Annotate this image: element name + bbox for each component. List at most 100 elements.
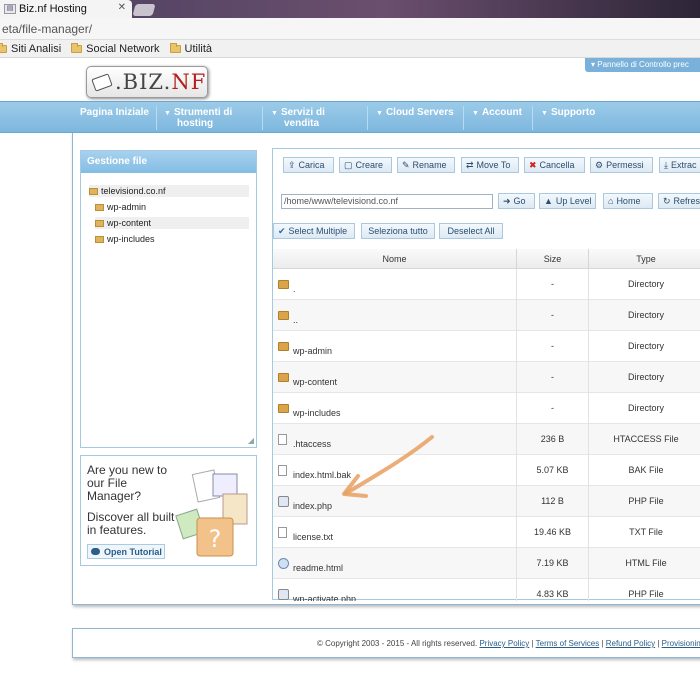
tree-item-wp-includes[interactable]: wp-includes (95, 233, 255, 245)
file-manager-illustration-icon: ? (175, 469, 248, 557)
file-name[interactable]: wp-includes (293, 408, 341, 418)
bookmark-social-network[interactable]: Social Network (71, 42, 160, 55)
size-cell: 4.83 KB (517, 579, 589, 601)
tree-item-wp-content[interactable]: wp-content (95, 217, 249, 229)
nav-servizi-vendita[interactable]: ▼ Servizi di vendita (271, 108, 325, 129)
home-label: Home (616, 196, 641, 206)
deselect-all-button[interactable]: Deselect All (439, 223, 503, 239)
nav-cloud-servers[interactable]: ▼ Cloud Servers (376, 108, 454, 119)
bookmark-label: Social Network (86, 42, 160, 55)
file-name[interactable]: index.php (293, 501, 332, 511)
path-input[interactable]: /home/www/televisiond.co.nf (281, 194, 493, 209)
open-tutorial-button[interactable]: Open Tutorial (87, 544, 165, 559)
up-level-button[interactable]: ▲ Up Level (539, 193, 596, 209)
table-row[interactable]: license.txt 19.46 KB TXT File (273, 517, 700, 548)
browser-tab[interactable]: ▤ Biz.nf Hosting ✕ (0, 0, 132, 18)
provisioning-link[interactable]: Provisioning & Inv (662, 639, 700, 648)
table-row[interactable]: wp-includes - Directory (273, 393, 700, 424)
nav-label: Account (481, 107, 522, 118)
create-button[interactable]: ▢ Creare (339, 157, 392, 173)
nav-strumenti-hosting[interactable]: ▼ Strumenti di hosting (164, 108, 232, 129)
column-header-size[interactable]: Size (517, 249, 589, 269)
upload-label: Carica (298, 160, 325, 170)
tree-item-root[interactable]: televisiond.co.nf (89, 185, 249, 197)
nav-pagina-iniziale[interactable]: Pagina Iniziale (80, 108, 149, 118)
close-tab-icon[interactable]: ✕ (118, 2, 126, 13)
size-cell: 7.19 KB (517, 548, 589, 579)
move-to-label: Move To (476, 160, 511, 170)
file-name[interactable]: license.txt (293, 532, 333, 542)
folder-icon (278, 342, 289, 351)
file-name[interactable]: readme.html (293, 563, 343, 573)
privacy-policy-link[interactable]: Privacy Policy (479, 639, 529, 648)
file-name[interactable]: .. (293, 315, 298, 325)
file-icon (278, 434, 287, 445)
html-icon (278, 558, 289, 569)
table-row[interactable]: .. - Directory (273, 300, 700, 331)
page-footer: © Copyright 2003 - 2015 - All rights res… (72, 628, 700, 658)
table-row[interactable]: index.php 112 B PHP File (273, 486, 700, 517)
arrow-up-icon: ▲ (544, 196, 553, 206)
size-cell: 112 B (517, 486, 589, 517)
column-header-type[interactable]: Type (589, 249, 700, 269)
file-name[interactable]: index.html.bak (293, 470, 351, 480)
file-tree-title: Gestione file (81, 151, 256, 173)
address-bar[interactable]: eta/file-manager/ (0, 18, 700, 40)
table-row[interactable]: readme.html 7.19 KB HTML File (273, 548, 700, 579)
copyright-text: © Copyright 2003 - 2015 - All rights res… (317, 639, 478, 648)
extract-label: Extrac (670, 160, 697, 170)
table-row[interactable]: wp-admin - Directory (273, 331, 700, 362)
site-logo[interactable]: .BIZ. NF (86, 66, 208, 98)
control-panel-link[interactable]: ▾ Pannello di Controllo prec (585, 58, 700, 72)
bookmark-siti-analisi[interactable]: Siti Analisi (0, 42, 61, 55)
main-nav: Pagina Iniziale ▼ Strumenti di hosting ▼ Se… (0, 101, 700, 133)
select-all-button[interactable]: Seleziona tutto (361, 223, 435, 239)
column-header-name[interactable]: Nome (273, 249, 517, 269)
file-name[interactable]: .htaccess (293, 439, 331, 449)
file-name[interactable]: wp-activate.php (293, 594, 356, 601)
name-cell: wp-includes (273, 393, 517, 424)
nav-label: Strumenti di (173, 107, 233, 118)
help-discover-text: Discover all built in features. (87, 510, 175, 537)
refresh-icon: ↻ (663, 195, 671, 206)
bookmarks-bar: Siti Analisi Social Network Utilità (0, 40, 700, 58)
file-name[interactable]: wp-content (293, 377, 337, 387)
logo-accent-text: NF (171, 70, 207, 94)
file-table: Nome Size Type . - Directory.. - Directory wp… (273, 249, 700, 601)
resize-handle-icon[interactable]: ◢ (248, 436, 254, 445)
rename-button[interactable]: ✎ Rename (397, 157, 455, 173)
go-button[interactable]: ➜ Go (498, 193, 535, 209)
table-row[interactable]: . - Directory (273, 269, 700, 300)
permissions-button[interactable]: ⚙ Permessi (590, 157, 653, 173)
file-name[interactable]: . (293, 284, 296, 294)
move-to-button[interactable]: ⇄ Move To (461, 157, 519, 173)
terms-link[interactable]: Terms of Services (536, 639, 600, 648)
refund-policy-link[interactable]: Refund Policy (606, 639, 655, 648)
table-row[interactable]: index.html.bak 5.07 KB BAK File (273, 455, 700, 486)
file-tree-panel: Gestione file televisiond.co.nf wp-admin… (80, 150, 257, 448)
extract-button[interactable]: ⤓ Extrac (659, 157, 700, 173)
nav-account[interactable]: ▼ Account (472, 108, 522, 119)
arrow-right-icon: ➜ (503, 195, 511, 206)
home-button[interactable]: ⌂ Home (603, 193, 653, 209)
size-cell: - (517, 393, 589, 424)
table-row[interactable]: wp-activate.php 4.83 KB PHP File (273, 579, 700, 601)
bookmark-utilita[interactable]: Utilità (169, 42, 213, 55)
new-tab-button[interactable] (132, 4, 156, 16)
table-row[interactable]: wp-content - Directory (273, 362, 700, 393)
folder-icon (95, 235, 104, 243)
bookmark-label: Utilità (184, 42, 213, 55)
type-cell: PHP File (628, 589, 664, 599)
delete-button[interactable]: ✖ Cancella (524, 157, 585, 173)
tab-title: Biz.nf Hosting (19, 3, 87, 15)
tree-item-wp-admin[interactable]: wp-admin (95, 201, 255, 213)
upload-button[interactable]: ⇪ Carica (283, 157, 334, 173)
logo-card-icon (91, 72, 113, 92)
refresh-button[interactable]: ↻ Refres (658, 193, 700, 209)
file-name[interactable]: wp-admin (293, 346, 332, 356)
table-row[interactable]: .htaccess 236 B HTACCESS File (273, 424, 700, 455)
select-multiple-button[interactable]: ✔ Select Multiple (273, 223, 355, 239)
php-icon (278, 496, 289, 507)
nav-supporto[interactable]: ▼ Supporto (541, 108, 595, 119)
delete-icon: ✖ (529, 159, 537, 170)
